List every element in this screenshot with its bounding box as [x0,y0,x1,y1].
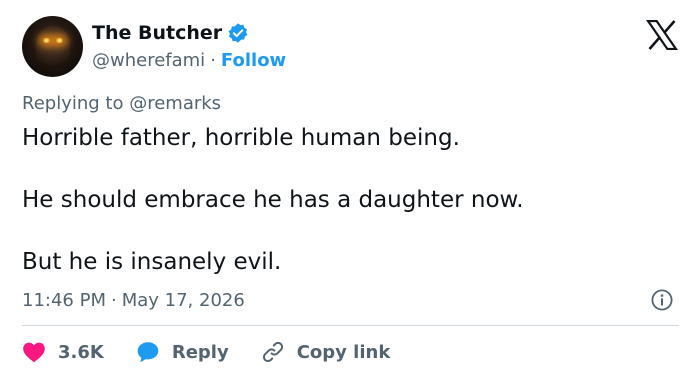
info-icon[interactable] [650,288,674,312]
heart-icon [23,342,45,363]
user-handle[interactable]: @wherefami [92,50,205,71]
handle-separator: · [210,49,216,71]
reply-label: Reply [171,341,229,363]
copy-link-label: Copy link [296,341,391,363]
replying-to-prefix: Replying to [22,93,124,114]
reply-button[interactable]: Reply [136,340,229,364]
action-bar: 3.6K Reply Copy link [22,338,422,366]
tweet-text-line-1: Horrible father, horrible human being. [22,125,460,151]
divider [22,325,679,326]
replying-to: Replying to @remarks [22,93,221,114]
like-count: 3.6K [58,341,104,363]
link-icon [262,341,283,363]
avatar-right-eye [55,38,64,43]
display-name[interactable]: The Butcher [92,22,222,44]
speech-bubble-icon [137,342,159,363]
name-row: The Butcher [92,20,249,46]
handle-row: @wherefami · Follow [92,48,286,72]
tweet-date[interactable]: May 17, 2026 [122,290,245,311]
tweet-timestamp[interactable]: 11:46 PM · May 17, 2026 [22,288,245,312]
replying-to-handle[interactable]: @remarks [129,93,221,114]
avatar-face [36,26,70,72]
timestamp-separator: · [110,289,117,311]
tweet-time[interactable]: 11:46 PM [22,290,106,311]
like-button[interactable]: 3.6K [22,341,104,363]
tweet-text-line-3: But he is insanely evil. [22,249,282,275]
follow-button[interactable]: Follow [221,50,286,71]
verified-badge-icon [227,22,249,44]
tweet-text-line-2: He should embrace he has a daughter now. [22,187,524,213]
tweet-card: The Butcher @wherefami · Follow Replying… [0,0,700,379]
avatar-left-eye [42,38,51,43]
x-logo-icon[interactable] [645,19,679,51]
copy-link-button[interactable]: Copy link [261,340,391,364]
avatar[interactable] [22,16,83,77]
